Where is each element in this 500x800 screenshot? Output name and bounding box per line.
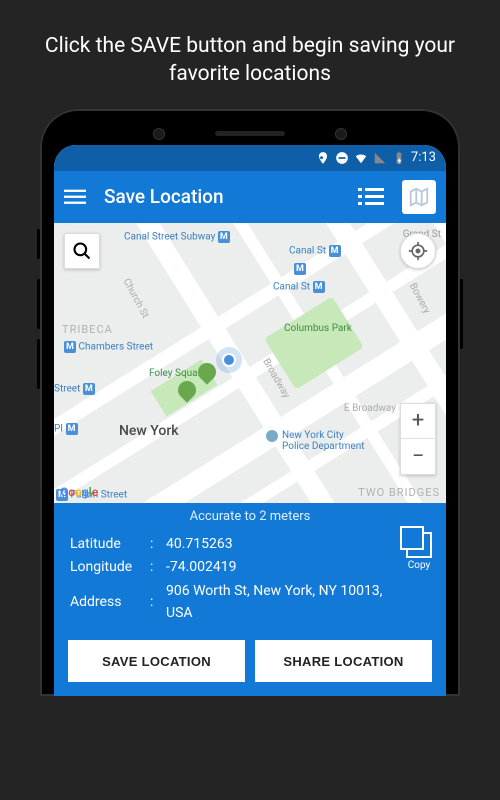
map-label: Canal Street Subway M (124, 231, 230, 243)
map-label: New York City Police Department (282, 430, 372, 452)
map-search-button[interactable] (64, 233, 100, 269)
battery-icon (392, 151, 406, 165)
current-location-dot (222, 353, 236, 367)
save-location-button[interactable]: SAVE LOCATION (68, 640, 245, 682)
map-label: New York (119, 423, 179, 439)
app-bar: Save Location (54, 171, 446, 223)
share-location-button[interactable]: SHARE LOCATION (255, 640, 432, 682)
location-info-panel: Accurate to 2 meters Latitude : 40.71526… (54, 503, 446, 697)
map-label: Street M (54, 383, 95, 395)
map-label: Bowery (407, 281, 432, 315)
page-title: Save Location (104, 185, 340, 208)
accuracy-text: Accurate to 2 meters (68, 509, 432, 524)
longitude-value: -74.002419 (166, 557, 394, 579)
dnd-icon (335, 151, 349, 165)
status-bar: 7:13 (54, 145, 446, 171)
map-label: TRIBECA (62, 323, 113, 336)
search-icon (72, 241, 92, 261)
copy-icon (406, 532, 432, 558)
zoom-controls: + − (400, 403, 436, 475)
map-label: Canal St M (273, 281, 325, 293)
map-label: Church St (121, 277, 151, 320)
list-view-icon[interactable] (358, 186, 384, 208)
latitude-value: 40.715263 (166, 534, 394, 556)
longitude-label: Longitude (70, 557, 148, 579)
poi-icon (264, 428, 280, 444)
latitude-label: Latitude (70, 534, 148, 556)
map-label: Canal St M (289, 245, 341, 257)
map-label: E Broadway (344, 403, 396, 414)
map-toggle-icon[interactable] (402, 180, 436, 214)
map-label: TWO BRIDGES (358, 486, 440, 499)
map-label: Columbus Park (284, 323, 352, 334)
status-time: 7:13 (411, 150, 436, 165)
zoom-in-button[interactable]: + (401, 404, 435, 439)
menu-icon[interactable] (64, 186, 86, 208)
google-logo: Google (60, 485, 98, 499)
map-label: PI M (54, 423, 78, 435)
crosshair-icon (408, 241, 428, 261)
my-location-button[interactable] (400, 233, 436, 269)
address-label: Address (70, 581, 148, 624)
map-label: M Chambers Street (64, 341, 153, 353)
address-value: 906 Worth St, New York, NY 10013, USA (166, 581, 394, 624)
location-pin-icon (316, 151, 330, 165)
copy-button[interactable]: Copy (406, 532, 432, 571)
metro-icon: M (294, 263, 306, 275)
map[interactable]: Canal Street Subway M Grand St Canal St … (54, 223, 446, 503)
promo-caption: Click the SAVE button and begin saving y… (0, 0, 500, 109)
coordinates-table: Latitude : 40.715263 Longitude : -74.002… (68, 532, 396, 627)
zoom-out-button[interactable]: − (401, 439, 435, 474)
copy-label: Copy (406, 560, 432, 571)
signal-icon (373, 151, 387, 165)
phone-frame: 7:13 Save Location Canal Street Subway (40, 109, 460, 697)
wifi-icon (354, 151, 368, 165)
